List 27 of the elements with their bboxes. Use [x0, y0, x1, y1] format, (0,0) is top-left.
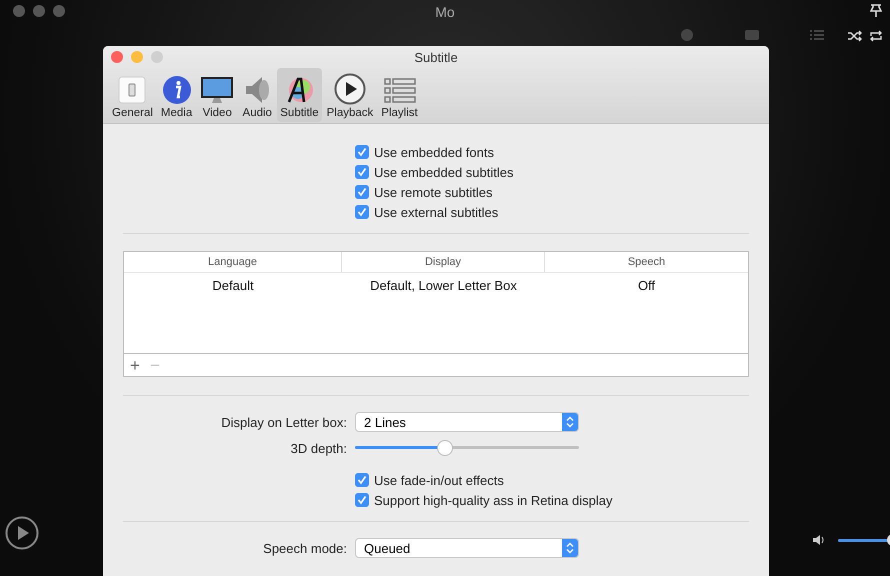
toolbar-tab[interactable]: Subtitle: [277, 68, 322, 122]
checkbox-option[interactable]: Use external subtitles: [355, 204, 749, 220]
toolbar-tab[interactable]: Playback: [324, 68, 376, 122]
letter-box-select[interactable]: 2 Lines: [355, 412, 579, 432]
window-title: Subtitle: [414, 50, 458, 64]
table-cell[interactable]: Off: [545, 278, 748, 293]
field-label: Display on Letter box:: [220, 414, 347, 430]
checkbox-option[interactable]: Use remote subtitles: [355, 184, 749, 200]
table-action-button[interactable]: +: [128, 356, 142, 374]
toolbar-tab[interactable]: General: [109, 68, 156, 122]
table-cell[interactable]: Default: [124, 278, 342, 293]
toolbar-tab[interactable]: Media: [158, 68, 196, 122]
checkbox-option[interactable]: Use embedded subtitles: [355, 164, 749, 180]
speech-mode-select[interactable]: Queued: [355, 538, 579, 558]
column-header[interactable]: Speech: [545, 252, 748, 272]
column-header[interactable]: Display: [342, 252, 545, 272]
checkbox-option[interactable]: Support high-quality ass in Retina display: [355, 492, 749, 508]
toolbar-tab[interactable]: Video: [197, 68, 238, 122]
toolbar-tab[interactable]: Audio: [239, 68, 276, 122]
field-label: Speech mode:: [262, 540, 347, 556]
table-cell[interactable]: Default, Lower Letter Box: [342, 278, 545, 293]
window-title: Mo: [435, 4, 455, 20]
checkbox-option[interactable]: Use fade-in/out effects: [355, 472, 749, 488]
toolbar-tab[interactable]: Playlist: [378, 68, 421, 122]
field-label: 3D depth:: [290, 440, 347, 456]
column-header[interactable]: Language: [124, 252, 342, 272]
checkbox-option[interactable]: Use embedded fonts: [355, 144, 749, 160]
